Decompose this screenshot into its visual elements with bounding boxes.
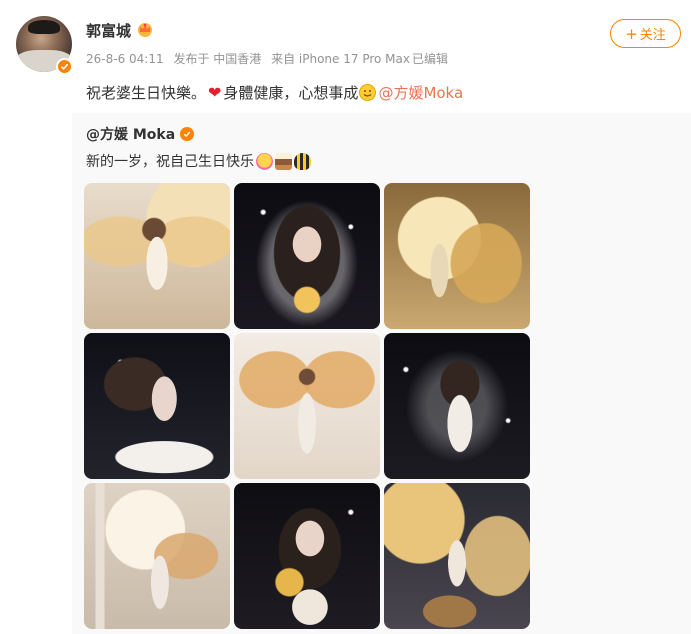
photo-dark-gold-bouquet[interactable] [234,483,380,629]
heart-icon: ❤ [208,83,222,102]
author-name[interactable]: 郭富城 [86,20,131,41]
follow-label: 关注 [639,28,666,43]
avatar-hair [28,20,60,34]
photo-starry-gold-rose[interactable] [234,183,380,329]
repost-text-body: 新的一岁，祝自己生日快乐 [86,154,254,170]
post-text-part2: 身體健康，心想事成 [223,84,359,102]
crown-icon [138,23,152,37]
party-face-icon [256,152,273,170]
post-text-part1: 祝老婆生日快樂。 [86,84,207,102]
post-text: 祝老婆生日快樂。 ❤ 身體健康，心想事成 @方媛Moka [86,82,463,103]
photo-moon-lion-wings[interactable] [384,483,530,629]
weibo-post: 郭富城 26-8-6 04:11 发布于 中国香港 来自 iPhone 17 P… [0,0,691,634]
verified-badge-icon [180,127,195,141]
repost-card[interactable]: @方媛 Moka 新的一岁，祝自己生日快乐 [72,113,691,634]
photo-full-moon-pillars[interactable] [84,483,230,629]
photo-sparkle-night[interactable] [384,333,530,479]
follow-button[interactable]: + 关注 [610,19,681,48]
repost-author[interactable]: @方媛 Moka [86,124,195,144]
cake-icon [275,152,292,170]
photo-angel-crescent-moon[interactable] [84,183,230,329]
plus-icon: + [625,24,638,43]
post-edited[interactable]: 已编辑 [412,52,448,66]
bee-icon [294,152,311,170]
repost-text: 新的一岁，祝自己生日快乐 [86,151,311,171]
post-meta: 26-8-6 04:11 发布于 中国香港 来自 iPhone 17 Pro M… [86,50,454,67]
repost-author-name[interactable]: @方媛 Moka [86,124,175,144]
post-time[interactable]: 26-8-6 04:11 [86,52,164,66]
photo-golden-wings-moon[interactable] [384,183,530,329]
verified-badge-icon [56,58,73,75]
post-source: 来自 iPhone 17 Pro Max [271,52,410,66]
mention-link[interactable]: @方媛Moka [378,82,463,103]
post-location: 发布于 中国香港 [173,52,262,66]
smile-icon [359,84,377,101]
photo-white-wings-light[interactable] [234,333,380,479]
photo-dark-flowing-hair[interactable] [84,333,230,479]
